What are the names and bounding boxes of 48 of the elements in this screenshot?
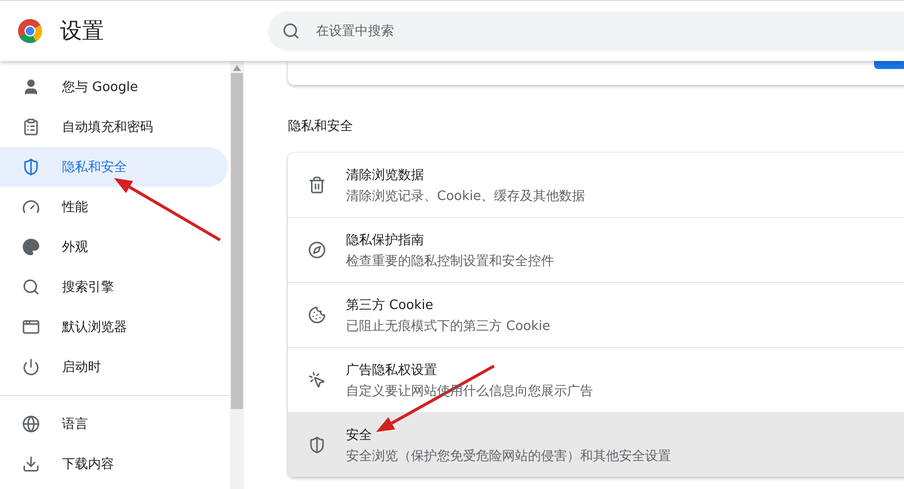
shield-icon [22,158,40,176]
person-icon [22,78,40,96]
row-title: 广告隐私权设置 [346,362,438,378]
row-description: 安全浏览（保护您免受危险网站的侵害）和其他安全设置 [346,448,671,464]
row-title: 第三方 Cookie [346,296,434,314]
sidebar-item[interactable]: 启动时 [0,347,228,387]
settings-row[interactable]: 隐私保护指南 检查重要的隐私控制设置和安全控件 [288,217,904,282]
search-field[interactable]: 在设置中搜索 [314,22,904,40]
search-icon [282,22,300,40]
scroll-up-icon [233,65,241,71]
row-description: 检查重要的隐私控制设置和安全控件 [346,252,554,270]
settings-row[interactable]: 第三方 Cookie 已阻止无痕模式下的第三方 Cookie [288,282,904,347]
sidebar-item[interactable]: 您与 Google [0,67,228,107]
compass-icon [308,241,326,259]
row-title: 安全 [346,426,373,444]
sidebar-item[interactable]: 隐私和安全 [0,147,228,187]
cursor-click-icon [308,371,326,389]
sidebar-item[interactable]: 自动填充和密码 [0,107,228,147]
sidebar-item[interactable]: 性能 [0,187,228,227]
cookie-icon [308,306,326,324]
globe-icon [22,415,40,433]
browser-logo [17,18,43,44]
sidebar-item[interactable]: 搜索引擎 [0,267,228,307]
row-title: 清除浏览数据 [346,166,425,184]
row-description: 已阻止无痕模式下的第三方 Cookie [346,318,550,334]
row-title: 隐私保护指南 [346,232,425,248]
gauge-icon [22,198,40,216]
settings-row[interactable]: 安全 安全浏览（保护您免受危险网站的侵害）和其他安全设置 [288,412,904,477]
section-title: 隐私和安全 [288,118,354,135]
trash-icon [308,176,326,194]
page-title: 设置 [60,18,105,46]
row-description: 清除浏览记录、Cookie、缓存及其他数据 [346,188,586,204]
sidebar-item[interactable]: 下载内容 [0,444,228,484]
sidebar-item[interactable]: 语言 [0,404,228,444]
sidebar-item[interactable]: 外观 [0,227,228,267]
browser-window-icon [22,318,40,336]
settings-row[interactable]: 清除浏览数据 清除浏览记录、Cookie、缓存及其他数据 [288,153,904,217]
sidebar-item[interactable]: 默认浏览器 [0,307,228,347]
power-icon [22,358,40,376]
download-icon [22,455,40,473]
clipboard-icon [22,118,40,136]
scrollbar[interactable] [230,61,244,489]
action-button[interactable] [874,61,904,69]
scrollbar-thumb[interactable] [231,73,243,409]
search-icon [22,278,40,296]
search-bar[interactable]: 在设置中搜索 [268,11,904,51]
shield-icon [308,436,326,454]
palette-icon [22,238,40,256]
